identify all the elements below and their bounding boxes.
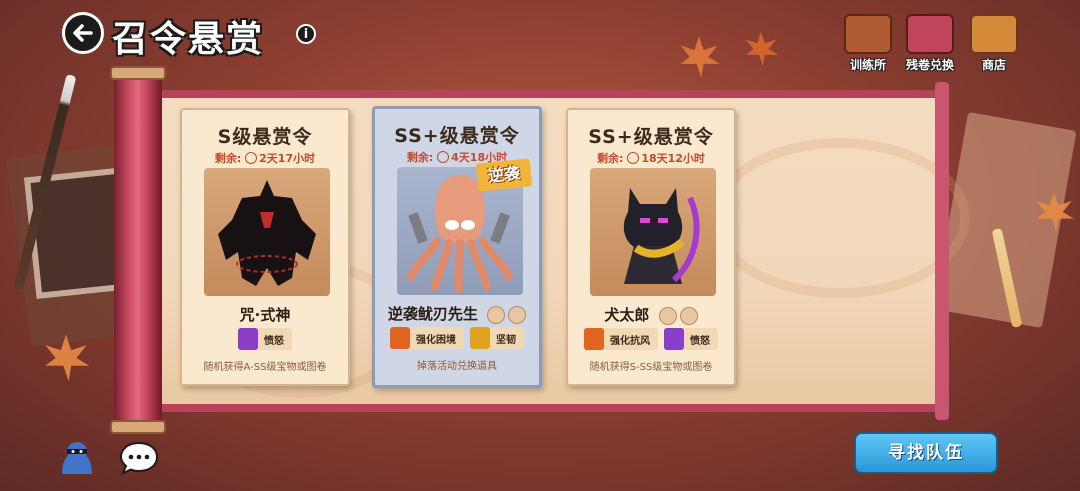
scroll-rod bbox=[110, 66, 166, 434]
character-name: 犬太郎 bbox=[604, 306, 650, 324]
character-portrait bbox=[590, 168, 716, 296]
wind-icon bbox=[487, 305, 506, 324]
shop-icon bbox=[970, 14, 1018, 54]
info-icon[interactable]: i bbox=[296, 24, 316, 44]
maple-leaf-icon bbox=[45, 334, 90, 382]
character-portrait bbox=[204, 168, 330, 296]
tenacity-icon bbox=[470, 327, 490, 349]
scroll-decoration bbox=[710, 138, 970, 298]
top-bar: 召令悬赏 i 训练所 残卷兑换 商店 bbox=[0, 0, 1080, 72]
trait-label: 坚韧 bbox=[496, 334, 516, 346]
ninja-avatar-button[interactable] bbox=[54, 440, 100, 476]
trait-label: 强化抗风 bbox=[610, 335, 650, 347]
nav-training[interactable]: 训练所 bbox=[838, 14, 898, 72]
scroll-edge bbox=[935, 82, 949, 420]
remaining-label: 剩余: bbox=[214, 152, 242, 165]
trait-label: 愤怒 bbox=[690, 335, 710, 347]
trait-list: 愤怒 bbox=[182, 328, 348, 350]
reverse-badge: 逆袭 bbox=[475, 158, 533, 192]
trait-badge: 愤怒 bbox=[664, 328, 718, 350]
rage-icon bbox=[238, 328, 258, 350]
bounty-card-ss-plus-featured[interactable]: SS+级悬赏令 剩余: 4天18小时 逆袭 逆袭鱿刃先生 强化困境 坚韧 掉落活… bbox=[372, 106, 542, 388]
nav-training-label: 训练所 bbox=[849, 58, 886, 72]
scroll-cap-bottom bbox=[110, 420, 166, 434]
character-name: 逆袭鱿刃先生 bbox=[387, 305, 478, 323]
bounty-card-ss-plus[interactable]: SS+级悬赏令 剩余: 18天12小时 犬太郎 强化抗风 愤怒 随机获得S-SS… bbox=[566, 108, 736, 386]
scroll-exchange-icon bbox=[906, 14, 954, 54]
shadow-demon-figure bbox=[218, 180, 316, 286]
card-title: SS+级悬赏令 bbox=[394, 125, 520, 147]
wolf-ninja-figure bbox=[623, 188, 700, 284]
slash-icon bbox=[679, 306, 698, 325]
card-reward: 掉落活动兑换道具 bbox=[417, 361, 497, 372]
character-name-row: 犬太郎 bbox=[568, 304, 734, 325]
arrow-left-icon bbox=[73, 24, 93, 42]
shield-icon bbox=[658, 306, 677, 325]
back-button[interactable] bbox=[62, 12, 104, 54]
trait-badge: 坚韧 bbox=[470, 327, 524, 349]
trait-list: 强化抗风 愤怒 bbox=[568, 328, 734, 350]
remaining-label: 剩余: bbox=[597, 152, 624, 165]
trait-badge: 强化抗风 bbox=[584, 328, 658, 350]
scroll-cap-top bbox=[110, 66, 166, 80]
card-remaining: 剩余: 2天17小时 bbox=[182, 150, 348, 166]
find-team-button[interactable]: 寻找队伍 bbox=[854, 432, 998, 474]
card-remaining: 剩余: 18天12小时 bbox=[568, 150, 734, 166]
enhance-wind-icon bbox=[584, 328, 604, 350]
squid-icon bbox=[508, 305, 527, 324]
clock-icon bbox=[627, 152, 640, 164]
card-reward: 随机获得A-SS级宝物或图卷 bbox=[203, 362, 327, 373]
clock-icon bbox=[437, 151, 450, 163]
remaining-time: 18天12小时 bbox=[641, 152, 705, 165]
ninja-avatar-icon bbox=[62, 442, 92, 474]
character-name-row: 逆袭鱿刃先生 bbox=[375, 303, 539, 324]
enhance-adversity-icon bbox=[390, 327, 410, 349]
element-icons bbox=[658, 306, 698, 325]
remaining-time: 2天17小时 bbox=[259, 152, 316, 165]
trait-label: 强化困境 bbox=[416, 334, 456, 346]
card-title: SS+级悬赏令 bbox=[588, 126, 714, 148]
training-icon bbox=[844, 14, 892, 54]
bounty-card-s[interactable]: S级悬赏令 剩余: 2天17小时 咒·式神 愤怒 随机获得A-SS级宝物或图卷 bbox=[180, 108, 350, 386]
chat-button[interactable] bbox=[118, 440, 160, 476]
trait-list: 强化困境 坚韧 bbox=[375, 327, 539, 349]
trait-badge: 愤怒 bbox=[238, 328, 292, 350]
element-icons bbox=[487, 305, 527, 324]
trait-label: 愤怒 bbox=[264, 335, 284, 347]
clock-icon bbox=[245, 152, 258, 164]
card-title: S级悬赏令 bbox=[217, 126, 313, 148]
remaining-label: 剩余: bbox=[406, 151, 434, 164]
trait-badge: 强化困境 bbox=[390, 327, 464, 349]
character-name: 咒·式神 bbox=[239, 306, 291, 324]
nav-scroll-exchange-label: 残卷兑换 bbox=[905, 58, 954, 72]
chat-bubble-icon bbox=[119, 441, 159, 475]
maple-leaf-icon bbox=[1036, 192, 1074, 232]
rage-icon bbox=[664, 328, 684, 350]
nav-scroll-exchange[interactable]: 残卷兑换 bbox=[900, 14, 960, 72]
page-title: 召令悬赏 bbox=[112, 19, 265, 60]
card-reward: 随机获得S-SS级宝物或图卷 bbox=[589, 362, 713, 373]
nav-shop[interactable]: 商店 bbox=[964, 14, 1024, 72]
nav-shop-label: 商店 bbox=[981, 58, 1006, 72]
